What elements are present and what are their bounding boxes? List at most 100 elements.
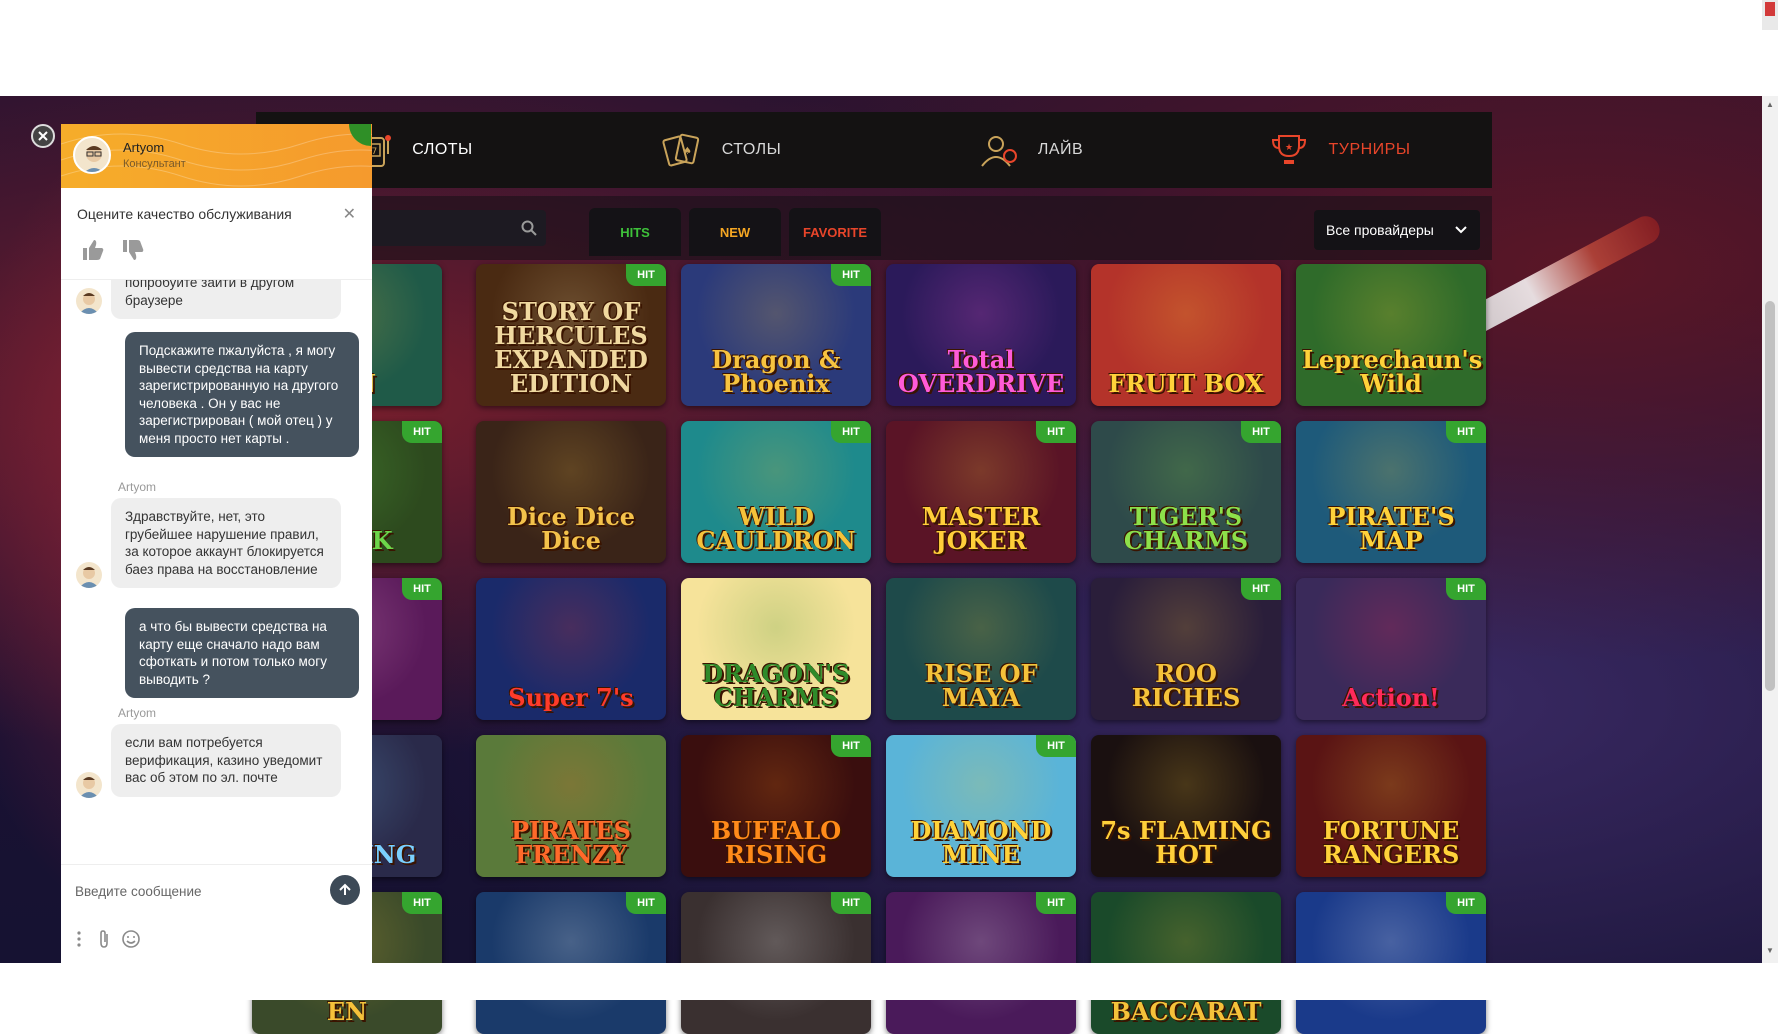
game-tile[interactable]: TIGER'S CHARMS HIT [1091, 421, 1281, 563]
game-search [356, 210, 546, 246]
tab-hits[interactable]: HITS [589, 208, 681, 256]
page-scrollbar[interactable]: ▲ ▼ [1762, 96, 1778, 963]
provider-select[interactable]: Все провайдеры [1314, 210, 1480, 250]
avatar [76, 288, 102, 314]
game-tile[interactable]: Total OVERDRIVE [886, 264, 1076, 406]
message-composer [61, 864, 372, 963]
chevron-down-icon [1454, 222, 1468, 238]
game-tile[interactable]: FRUIT BOX [1091, 264, 1281, 406]
game-tile[interactable]: ROO RICHES HIT [1091, 578, 1281, 720]
user-message: а что бы вывести средства на карту еще с… [125, 608, 359, 698]
game-tile[interactable]: WILD CAULDRON HIT [681, 421, 871, 563]
game-title: Leprechaun's Wild [1302, 345, 1483, 398]
provider-select-value: Все провайдеры [1326, 222, 1434, 238]
hit-badge: HIT [1446, 421, 1486, 443]
hit-badge: HIT [1446, 892, 1486, 914]
close-icon[interactable]: ✕ [343, 204, 356, 224]
game-tile[interactable]: DIAMOND MINE HIT [886, 735, 1076, 877]
chat-header: Artyom Консультант [61, 124, 372, 188]
game-title: PIRATE'S MAP [1327, 502, 1455, 555]
tab-new[interactable]: NEW [689, 208, 781, 256]
emoji-icon[interactable] [121, 929, 141, 949]
game-tile[interactable]: PIRATE'S MAP HIT [1296, 421, 1486, 563]
game-tile[interactable]: PIRATES FRENZY [476, 735, 666, 877]
game-title: Dragon & Phoenix [711, 345, 841, 398]
category-tables[interactable]: ♠ СТОЛЫ [565, 128, 874, 172]
browser-top-area [0, 0, 1778, 96]
hit-badge: HIT [626, 892, 666, 914]
search-input[interactable] [366, 218, 506, 238]
message-list: попробуйте зайти в другом браузере Подск… [61, 280, 372, 864]
game-title: BUFFALO RISING [710, 816, 842, 869]
game-title: Action! [1342, 683, 1440, 712]
chat-close-button[interactable] [31, 124, 55, 148]
tab-favorite[interactable]: FAVORITE [789, 208, 881, 256]
avatar [76, 772, 102, 798]
category-nav: 777 СЛОТЫ ♠ СТОЛЫ ЛАЙВ ★ ТУРНИРЫ [256, 112, 1492, 188]
agent-message: попробуйте зайти в другом браузере [111, 280, 341, 319]
hit-badge: HIT [831, 735, 871, 757]
hit-badge: HIT [1036, 735, 1076, 757]
send-button[interactable] [330, 875, 360, 905]
game-tile[interactable]: MASTER JOKER HIT [886, 421, 1076, 563]
hit-badge: HIT [1241, 578, 1281, 600]
game-title: MASTER JOKER [921, 502, 1041, 555]
game-title: ROO RICHES [1131, 659, 1241, 712]
game-tile[interactable]: DRAGON'S CHARMS [681, 578, 871, 720]
message-author: Artyom [118, 706, 157, 720]
trophy-icon: ★ [1265, 128, 1313, 172]
close-icon [38, 131, 48, 141]
browser-bottom-area [0, 963, 1778, 1000]
game-tile[interactable]: Dragon & Phoenix HIT [681, 264, 871, 406]
paperclip-icon[interactable] [94, 929, 114, 949]
category-label: ТУРНИРЫ [1328, 141, 1411, 158]
arrow-up-icon [339, 883, 351, 895]
game-tile[interactable]: Super 7's [476, 578, 666, 720]
rating-prompt: Оцените качество обслуживания [77, 206, 292, 222]
game-tile[interactable]: Action! HIT [1296, 578, 1486, 720]
hit-badge: HIT [831, 264, 871, 286]
avatar [73, 136, 111, 174]
live-dealer-icon [974, 128, 1022, 172]
game-title: STORY OF HERCULES EXPANDED EDITION [494, 297, 648, 398]
category-tournaments[interactable]: ★ ТУРНИРЫ [1183, 128, 1492, 172]
browser-corner-indicator [1762, 0, 1778, 30]
cards-icon: ♠ [658, 128, 706, 172]
message-input[interactable] [75, 879, 315, 903]
hit-badge: HIT [402, 578, 442, 600]
svg-text:♠: ♠ [683, 146, 692, 157]
game-title: FRUIT BOX [1108, 369, 1264, 398]
agent-message: если вам потребуется верификация, казино… [111, 724, 341, 797]
scrollbar-thumb[interactable] [1765, 301, 1775, 691]
user-message: Подскажите пжалуйста , я могу вывести ср… [125, 332, 359, 457]
category-label: СЛОТЫ [412, 141, 473, 158]
avatar [76, 562, 102, 588]
game-title: DRAGON'S CHARMS [702, 659, 850, 712]
game-tile[interactable]: STORY OF HERCULES EXPANDED EDITION HIT [476, 264, 666, 406]
game-tile[interactable]: FORTUNE RANGERS [1296, 735, 1486, 877]
hit-badge: HIT [402, 421, 442, 443]
search-icon[interactable] [520, 219, 538, 237]
scroll-down-icon[interactable]: ▼ [1765, 946, 1775, 956]
category-label: ЛАЙВ [1037, 141, 1084, 158]
thumbs-up-icon[interactable] [81, 238, 105, 262]
game-tile[interactable]: BUFFALO RISING HIT [681, 735, 871, 877]
hit-badge: HIT [402, 892, 442, 914]
game-title: FORTUNE RANGERS [1322, 816, 1460, 869]
game-tile[interactable]: RISE OF MAYA [886, 578, 1076, 720]
game-tile[interactable]: Dice Dice Dice [476, 421, 666, 563]
thumbs-down-icon[interactable] [121, 238, 145, 262]
agent-role: Консультант [123, 158, 186, 170]
more-options-icon[interactable] [73, 929, 93, 949]
game-title: Dice Dice Dice [507, 502, 635, 555]
rating-panel: Оцените качество обслуживания ✕ [61, 188, 372, 280]
hit-badge: HIT [1036, 421, 1076, 443]
scroll-up-icon[interactable]: ▲ [1765, 100, 1775, 110]
game-tile[interactable]: Leprechaun's Wild [1296, 264, 1486, 406]
game-tile[interactable]: 7s FLAMING HOT [1091, 735, 1281, 877]
hit-badge: HIT [1036, 892, 1076, 914]
game-title: Super 7's [508, 683, 634, 712]
hit-badge: HIT [831, 892, 871, 914]
category-live[interactable]: ЛАЙВ [874, 128, 1183, 172]
hit-badge: HIT [1241, 421, 1281, 443]
